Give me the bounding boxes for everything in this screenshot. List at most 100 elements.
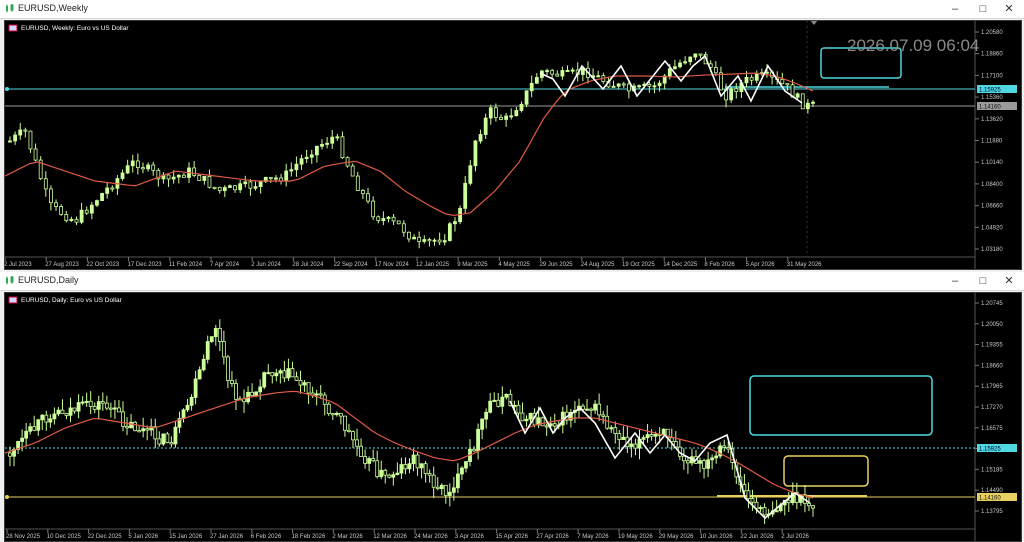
candle-body — [473, 140, 478, 167]
candle-body — [165, 433, 170, 443]
candle-body — [110, 187, 115, 190]
candle-body — [157, 438, 162, 445]
candle-body — [28, 130, 33, 150]
minimize-icon[interactable]: – — [944, 273, 966, 289]
candle-body — [555, 73, 560, 77]
weekly-chart-canvas[interactable]: EURUSD, Weekly: Euro vs US Dollar 2026.0… — [5, 21, 1021, 269]
candle-body — [125, 165, 130, 174]
candle-body — [121, 411, 125, 427]
price-axis-label: 1.15360 — [981, 95, 1003, 101]
candle-body — [347, 429, 351, 432]
time-axis-label: 22 Jun 2026 — [740, 534, 774, 540]
candle-body — [649, 434, 654, 437]
candle-body — [100, 193, 104, 201]
candle-body — [294, 376, 299, 381]
candle-body — [464, 461, 468, 469]
candle-body — [100, 401, 105, 404]
candle-body — [795, 93, 800, 98]
candle-body — [338, 412, 343, 417]
candle-body — [64, 412, 69, 416]
candle-body — [621, 436, 626, 440]
time-axis-label: 18 Feb 2026 — [292, 534, 326, 540]
minimize-icon[interactable]: – — [944, 1, 966, 17]
candle-body — [133, 421, 137, 432]
candle-body — [463, 182, 468, 209]
candle-body — [217, 186, 222, 192]
candle-body — [528, 412, 533, 420]
candle-body — [52, 413, 57, 420]
time-axis-label: 17 Dec 2023 — [128, 262, 163, 268]
daily-yellow-zone-box[interactable] — [783, 455, 869, 487]
candle-body — [213, 328, 218, 338]
candle-body — [54, 202, 58, 207]
candle-body — [48, 418, 53, 423]
candle-body — [212, 186, 217, 189]
time-axis-label: 27 Aug 2023 — [45, 262, 79, 268]
candle-body — [729, 88, 734, 101]
candle-body — [355, 439, 359, 447]
daily-chart[interactable]: EURUSD, Daily: Euro vs US Dollar 1.20745… — [4, 292, 1022, 542]
candle-body — [493, 107, 498, 118]
candle-body — [800, 93, 805, 110]
time-axis-label: 27 Jan 2026 — [210, 534, 244, 540]
candle-body — [597, 403, 602, 416]
candle-body — [391, 216, 396, 222]
daily-cyan-zone-box[interactable] — [749, 375, 933, 436]
candle-body — [325, 142, 330, 145]
candle-body — [570, 69, 575, 72]
close-icon[interactable]: ✕ — [998, 273, 1020, 289]
candle-body — [141, 167, 145, 170]
price-axis-label: 1.20745 — [981, 301, 1003, 307]
symbol-flag-icon — [8, 296, 18, 304]
candle-body — [361, 190, 365, 195]
time-axis-label: 10 Dec 2025 — [47, 534, 82, 540]
candle-body — [161, 433, 166, 445]
candle-body — [117, 407, 121, 413]
maximize-icon[interactable]: □ — [972, 1, 994, 17]
daily-chart-canvas[interactable]: EURUSD, Daily: Euro vs US Dollar 1.20745… — [5, 293, 1021, 541]
candle-body — [60, 409, 65, 414]
daily-yellow-price-text: 1.14160 — [979, 496, 1001, 502]
daily-cyan-price-text: 1.15925 — [979, 447, 1001, 453]
time-axis-label: 31 May 2026 — [787, 262, 822, 268]
weekly-chart-window: EURUSD,Weekly – □ ✕ EURUSD, Weekly: Euro… — [0, 0, 1024, 270]
candle-body — [443, 484, 448, 496]
price-axis-label: 1.13795 — [981, 509, 1003, 515]
candle-body — [681, 455, 686, 462]
candle-body — [678, 62, 682, 68]
time-axis-label: 7 May 2026 — [577, 534, 609, 540]
candle-body — [270, 372, 275, 377]
price-axis-label: 1.13620 — [981, 117, 1003, 123]
weekly-chart[interactable]: EURUSD, Weekly: Euro vs US Dollar 2026.0… — [4, 20, 1022, 270]
candle-body — [419, 463, 424, 469]
candle-body — [754, 73, 759, 81]
time-axis-label: 5 Jan 2026 — [128, 534, 158, 540]
candle-body — [447, 223, 452, 241]
candle-body — [488, 400, 493, 413]
weekly-titlebar[interactable]: EURUSD,Weekly – □ ✕ — [0, 0, 1024, 19]
candle-body — [290, 368, 295, 378]
candle-body — [401, 223, 406, 233]
candle-body — [386, 216, 391, 219]
price-axis-label: 1.03180 — [981, 247, 1003, 253]
weekly-gray-price-text: 1.14160 — [979, 105, 1001, 111]
time-axis-label: 29 May 2026 — [659, 534, 694, 540]
candle-body — [719, 72, 723, 91]
candle-body — [540, 417, 545, 427]
candle-body — [617, 433, 622, 440]
candle-body — [786, 499, 791, 504]
daily-titlebar[interactable]: EURUSD,Daily – □ ✕ — [0, 272, 1024, 291]
candle-body — [173, 426, 178, 445]
maximize-icon[interactable]: □ — [972, 273, 994, 289]
daily-window-title: EURUSD,Daily — [18, 275, 79, 285]
candle-body — [274, 372, 279, 377]
price-axis-label: 1.15185 — [981, 467, 1003, 473]
close-icon[interactable]: ✕ — [998, 1, 1020, 17]
candle-body — [205, 341, 210, 360]
candle-body — [181, 409, 186, 419]
candle-body — [84, 400, 89, 403]
candle-body — [221, 341, 226, 358]
candle-body — [774, 510, 779, 513]
time-axis-label: 19 May 2026 — [618, 534, 653, 540]
candle-body — [248, 181, 253, 189]
